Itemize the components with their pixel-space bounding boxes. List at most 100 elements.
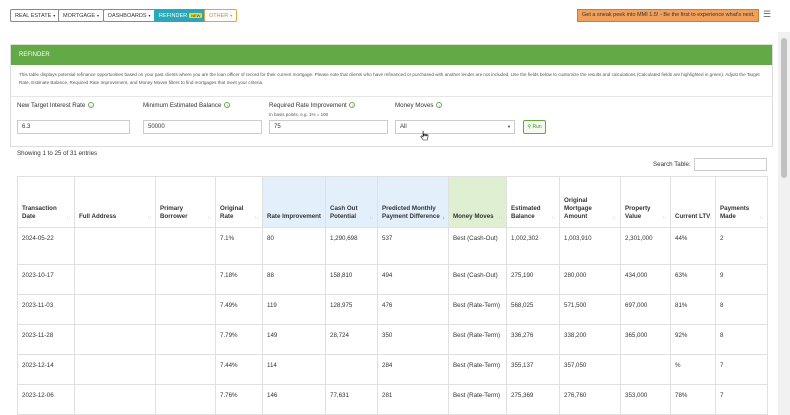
table-cell: Best (Rate-Term) [448, 354, 507, 385]
table-cell: 571,500 [559, 294, 621, 325]
col-payment-difference[interactable]: Predicted Monthly Payment Difference ↓ [377, 176, 449, 228]
col-label: Estimated Balance [511, 205, 541, 220]
info-icon[interactable]: i [436, 102, 443, 109]
col-original-rate[interactable]: Original Rate ↑↓ [215, 176, 263, 228]
table-cell: 77,631 [325, 384, 378, 415]
table-cell: 2 [715, 227, 768, 265]
min-balance-input[interactable]: 50000 [143, 120, 262, 134]
target-rate-label-text: New Target Interest Rate [17, 102, 86, 109]
table-row[interactable]: 2023-10-17 7.18% 88 158,810 494 Best (Cash-Ou… [17, 264, 768, 295]
sort-icon: ↑↓ [147, 215, 153, 220]
table-cell: 2023-12-14 [17, 354, 75, 385]
panel-title: REFINDER [11, 45, 772, 65]
col-original-mortgage[interactable]: Original Mortgage Amount ↑↓ [559, 176, 621, 228]
promo-banner-button[interactable]: Get a sneak peek into MMI 1.5! - Be the … [577, 9, 759, 22]
nav-refinder-label: REFINDER [159, 13, 188, 19]
panel-divider [10, 96, 773, 97]
table-cell: 276,760 [559, 384, 621, 415]
col-property-value[interactable]: Property Value ↑↓ [620, 176, 671, 228]
nav-real-estate-dropdown[interactable]: REAL ESTATE ▾ [10, 9, 61, 22]
min-balance-label-text: Minimum Estimated Balance [143, 102, 222, 109]
nav-dashboards-dropdown[interactable]: DASHBOARDS ▾ [103, 9, 156, 22]
info-icon[interactable]: i [224, 102, 231, 109]
table-row[interactable]: 2023-12-06 7.76% 146 77,631 281 Best (Rate-Te… [17, 384, 768, 415]
sort-icon: ↑↓ [498, 215, 504, 220]
nav-mortgage-dropdown[interactable]: MORTGAGE ▾ [58, 9, 105, 22]
col-cash-out-potential[interactable]: Cash Out Potential ↑↓ [325, 176, 378, 228]
rate-improvement-hint: In basis points, e.g. 1% = 100 [269, 112, 329, 117]
money-moves-label: Money Moves i [395, 102, 443, 109]
table-cell [74, 264, 156, 295]
col-label: Property Value [625, 205, 651, 220]
rate-improvement-input[interactable]: 75 [269, 120, 388, 134]
search-table-input[interactable] [694, 158, 767, 171]
table-cell: Best (Cash-Out) [448, 264, 507, 295]
table-cell: 9 [715, 264, 768, 295]
table-cell: 336,276 [506, 324, 560, 355]
table-row[interactable]: 2023-11-03 7.49% 119 128,975 476 Best (Rate-T… [17, 294, 768, 325]
sort-icon: ↑↓ [759, 215, 765, 220]
col-transaction-date[interactable]: Transaction Date ↑↓ [17, 176, 75, 228]
hamburger-menu-icon[interactable]: ☰ [763, 10, 771, 19]
col-rate-improvement[interactable]: Rate Improvement ↑↓ [262, 176, 326, 228]
nav-dashboards-label: DASHBOARDS [108, 13, 147, 19]
table-cell: Best (Cash-Out) [448, 227, 507, 265]
col-label: Rate Improvement [267, 213, 321, 220]
col-label: Original Mortgage Amount [564, 197, 592, 220]
table-cell: 365,000 [620, 324, 671, 355]
table-cell: Best (Rate-Term) [448, 294, 507, 325]
table-cell [155, 384, 216, 415]
sort-icon: ↑↓ [317, 215, 323, 220]
col-primary-borrower[interactable]: Primary Borrower ↑↓ [155, 176, 216, 228]
money-moves-label-text: Money Moves [395, 102, 434, 109]
col-label: Money Moves [453, 213, 494, 220]
col-money-moves[interactable]: Money Moves ↑↓ [448, 176, 507, 228]
table-cell: 149 [262, 324, 326, 355]
table-cell: 476 [377, 294, 449, 325]
money-moves-selected: All [400, 124, 407, 130]
table-cell: 338,200 [559, 324, 621, 355]
table-cell [74, 354, 156, 385]
sort-desc-icon: ↓ [442, 215, 445, 220]
table-row[interactable]: 2023-12-14 7.44% 114 284 Best (Rate-Term) 355… [17, 354, 768, 385]
run-button-label: Run [532, 124, 542, 130]
run-button[interactable]: ⚲ Run [523, 120, 546, 134]
table-cell: 44% [670, 227, 716, 265]
col-label: Payments Made [720, 205, 750, 220]
table-cell: 2,301,000 [620, 227, 671, 265]
table-row[interactable]: 2023-11-28 7.79% 149 28,724 350 Best (Rate-Te… [17, 324, 768, 355]
table-cell: 275,190 [506, 264, 560, 295]
table-cell: 357,050 [559, 354, 621, 385]
col-estimated-balance[interactable]: Estimated Balance ↑↓ [506, 176, 560, 228]
money-moves-select[interactable]: All ▼ [395, 120, 515, 134]
table-cell [155, 264, 216, 295]
scrollbar-thumb[interactable] [781, 38, 787, 178]
sort-icon: ↑↓ [707, 215, 713, 220]
table-cell: 1,002,302 [506, 227, 560, 265]
table-header-row: Transaction Date ↑↓ Full Address ↑↓ Primar… [17, 176, 768, 228]
table-cell [155, 227, 216, 265]
table-cell: 1,003,910 [559, 227, 621, 265]
info-icon[interactable]: i [88, 102, 95, 109]
col-full-address[interactable]: Full Address ↑↓ [74, 176, 156, 228]
table-cell: 355,137 [506, 354, 560, 385]
table-row[interactable]: 2024-05-22 7.1% 80 1,290,698 537 Best (Cash-O… [17, 227, 768, 265]
table-cell: % [670, 354, 716, 385]
nav-other-dropdown[interactable]: OTHER ▾ [204, 9, 238, 22]
col-payments-made[interactable]: Payments Made ↑↓ [715, 176, 768, 228]
table-cell: 697,000 [620, 294, 671, 325]
table-cell: 128,975 [325, 294, 378, 325]
info-icon[interactable]: i [349, 102, 356, 109]
table-cell: 1,290,698 [325, 227, 378, 265]
sort-icon: ↑↓ [612, 215, 618, 220]
table-cell [155, 324, 216, 355]
nav-refinder-tab[interactable]: REFINDER NEW [154, 9, 208, 22]
table-cell: 2024-05-22 [17, 227, 75, 265]
nav-other-label: OTHER [209, 13, 229, 19]
sort-icon: ↑↓ [66, 215, 72, 220]
table-body: 2024-05-22 7.1% 80 1,290,698 537 Best (Cash-O… [17, 227, 768, 415]
table-cell [74, 294, 156, 325]
table-cell: 353,000 [620, 384, 671, 415]
col-current-ltv[interactable]: Current LTV ↑↓ [670, 176, 716, 228]
target-rate-input[interactable]: 6.3 [17, 120, 130, 134]
